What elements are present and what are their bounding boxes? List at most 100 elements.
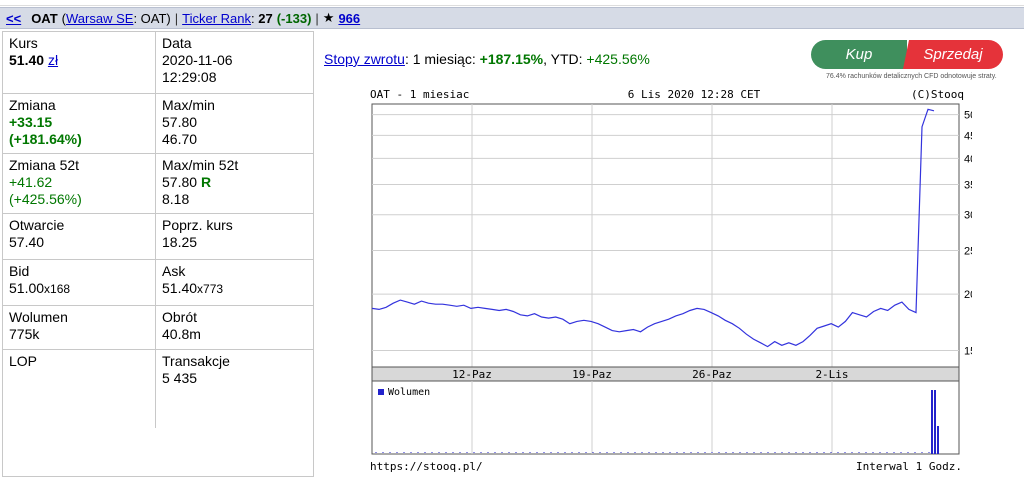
poprz-cell: Poprz. kurs 18.25 <box>156 214 314 260</box>
plot-frame <box>371 103 960 368</box>
volume-bar <box>934 390 936 454</box>
zmiana52-abs: +41.62 <box>9 174 53 190</box>
x-tick-label: 19-Paz <box>572 368 612 381</box>
data-cell: Data 2020-11-06 12:29:08 <box>156 32 314 94</box>
star-icon: ★ <box>322 10 335 25</box>
ticker-rank-value: 27 <box>258 10 273 26</box>
zmiana-label: Zmiana <box>9 97 56 113</box>
returns-text-1: : 1 miesiąc: <box>404 51 480 67</box>
obrot-label: Obrót <box>162 309 198 325</box>
market-link[interactable]: Warsaw SE <box>66 11 133 26</box>
separator: | <box>174 10 179 26</box>
data-label: Data <box>162 35 192 51</box>
zmiana52-cell: Zmiana 52t +41.62 (+425.56%) <box>3 154 156 214</box>
zmiana-cell: Zmiana +33.15 (+181.64%) <box>3 94 156 154</box>
obrot-value: 40.8m <box>162 326 201 342</box>
y-tick-label: 25 <box>964 245 972 257</box>
bid-size: x168 <box>44 282 71 296</box>
lop-cell: LOP <box>3 350 156 428</box>
otwarcie-cell: Otwarcie 57.40 <box>3 214 156 260</box>
y-tick-label: 30 <box>964 210 972 222</box>
bid-label: Bid <box>9 263 30 279</box>
wolumen-cell: Wolumen 775k <box>3 306 156 350</box>
ticker-rank-change: (-133) <box>276 10 312 26</box>
colon: : <box>251 10 259 26</box>
maxmin-cell: Max/min 57.80 46.70 <box>156 94 314 154</box>
maxmin-label: Max/min <box>162 97 215 113</box>
maxmin52-label: Max/min 52t <box>162 157 239 173</box>
volume-bar <box>931 390 933 454</box>
buy-button[interactable]: Kup <box>811 40 907 69</box>
y-tick-label: 35 <box>964 180 972 192</box>
x-tick-label: 12-Paz <box>452 368 492 381</box>
cfd-disclaimer: 76.4% rachunków detalicznych CFD odnotow… <box>826 73 997 80</box>
wolumen-value: 775k <box>9 326 40 342</box>
separator-2: | <box>315 10 319 26</box>
top-strip <box>0 0 1024 6</box>
otwarcie-value: 57.40 <box>9 234 45 250</box>
transakcje-cell: Transakcje 5 435 <box>156 350 314 428</box>
trade-buttons: Kup Sprzedaj <box>811 40 1007 69</box>
ask-cell: Ask 51.40x773 <box>156 260 314 306</box>
wolumen-label: Wolumen <box>9 309 68 325</box>
ask-label: Ask <box>162 263 186 279</box>
y-tick-label: 50 <box>964 110 972 122</box>
otwarcie-label: Otwarcie <box>9 217 65 233</box>
returns-line: Stopy zwrotu: 1 miesiąc: +187.15%, YTD: … <box>324 51 650 67</box>
currency-link[interactable]: zł <box>48 52 58 68</box>
returns-text-2: , YTD: <box>543 51 587 67</box>
market-suffix: : OAT) <box>133 10 171 26</box>
transakcje-label: Transakcje <box>162 353 230 369</box>
volume-legend: Wolumen <box>388 387 430 398</box>
min52-value: 8.18 <box>162 191 190 207</box>
back-link[interactable]: << <box>6 11 21 26</box>
max-value: 57.80 <box>162 114 198 130</box>
y-tick-label: 45 <box>964 130 972 142</box>
price-chart: OAT - 1 miesiac 6 Lis 2020 12:28 CET (C)… <box>370 88 972 473</box>
zmiana-abs: +33.15 <box>9 114 53 130</box>
quote-table: Kurs 51.40 zł Data 2020-11-06 12:29:08 Z… <box>2 31 314 477</box>
y-axis-ticks: 15 20 25 30 35 40 45 50 <box>964 110 972 358</box>
chart-footer-left: https://stooq.pl/ <box>370 460 483 473</box>
bid-cell: Bid 51.00x168 <box>3 260 156 306</box>
volume-legend-swatch <box>378 389 384 395</box>
chart-title-center: 6 Lis 2020 12:28 CET <box>628 88 761 101</box>
y-tick-label: 40 <box>964 153 972 165</box>
symbol: OAT <box>31 10 58 26</box>
poprz-value: 18.25 <box>162 234 198 250</box>
return-ytd: +425.56% <box>586 51 650 67</box>
obrot-cell: Obrót 40.8m <box>156 306 314 350</box>
date-value: 2020-11-06 <box>162 52 233 68</box>
zmiana52-label: Zmiana 52t <box>9 157 80 173</box>
transakcje-value: 5 435 <box>162 370 198 386</box>
chart-footer-right: Interwal 1 Godz. <box>856 460 962 473</box>
x-tick-label: 26-Paz <box>692 368 732 381</box>
bid-value: 51.00 <box>9 280 45 296</box>
lop-label: LOP <box>9 353 38 369</box>
poprz-label: Poprz. kurs <box>162 217 233 233</box>
volume-bar <box>937 426 939 454</box>
returns-link[interactable]: Stopy zwrotu <box>324 51 405 67</box>
chart-title-left: OAT - 1 miesiac <box>370 88 469 101</box>
kurs-label: Kurs <box>9 35 38 51</box>
ask-size: x773 <box>197 282 224 296</box>
volume-frame <box>371 380 960 455</box>
min-value: 46.70 <box>162 131 198 147</box>
ticker-rank-link[interactable]: Ticker Rank <box>182 11 251 26</box>
zmiana52-pct: (+425.56%) <box>9 191 82 207</box>
stars-link[interactable]: 966 <box>338 11 360 26</box>
maxmin52-cell: Max/min 52t 57.80 R 8.18 <box>156 154 314 214</box>
kurs-value: 51.40 <box>9 52 45 68</box>
y-tick-label: 20 <box>964 289 972 301</box>
sell-button[interactable]: Sprzedaj <box>903 40 1003 69</box>
x-tick-label: 2-Lis <box>815 368 848 381</box>
zmiana-pct: (+181.64%) <box>9 131 82 147</box>
quote-header: << OAT ( Warsaw SE : OAT) | Ticker Rank … <box>0 7 1024 29</box>
y-tick-label: 15 <box>964 345 972 357</box>
return-month: +187.15% <box>479 51 544 67</box>
chart-title-right: (C)Stooq <box>911 88 964 101</box>
time-value: 12:29:08 <box>162 69 217 85</box>
kurs-cell: Kurs 51.40 zł <box>3 32 156 94</box>
record-flag: R <box>200 174 212 190</box>
ask-value: 51.40 <box>162 280 198 296</box>
